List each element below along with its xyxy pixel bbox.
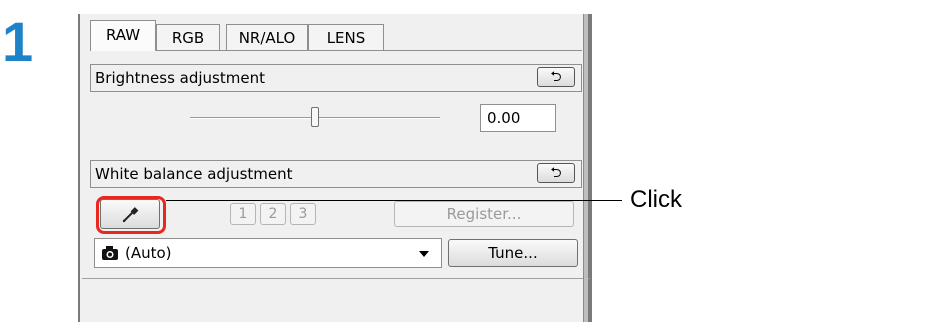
tab-nr-alo[interactable]: NR/ALO <box>226 24 308 50</box>
tab-divider <box>90 50 582 51</box>
click-annotation: Click <box>630 186 682 213</box>
wb-slot-3-button[interactable]: 3 <box>290 203 316 225</box>
white-balance-title: White balance adjustment <box>95 165 293 183</box>
white-balance-select[interactable]: (Auto) <box>94 238 442 268</box>
raw-tool-palette: RAW RGB NR/ALO LENS Brightness adjustmen… <box>78 14 592 322</box>
brightness-value-field[interactable]: 0.00 <box>480 104 556 132</box>
reset-arrow-icon: ⮌ <box>550 69 562 85</box>
brightness-section-header: Brightness adjustment ⮌ <box>90 64 582 92</box>
wb-slot-2-button[interactable]: 2 <box>260 203 286 225</box>
chevron-down-icon <box>419 251 429 257</box>
tune-button[interactable]: Tune... <box>448 239 578 267</box>
white-balance-select-value: (Auto) <box>125 244 172 262</box>
section-divider <box>82 278 590 279</box>
white-balance-reset-button[interactable]: ⮌ <box>537 163 575 183</box>
brightness-title: Brightness adjustment <box>95 69 265 87</box>
tab-raw[interactable]: RAW <box>90 20 156 51</box>
step-number: 1 <box>2 10 34 73</box>
callout-line <box>166 200 622 201</box>
wb-slot-1-button[interactable]: 1 <box>230 203 256 225</box>
highlight-box <box>96 196 166 234</box>
white-balance-section-header: White balance adjustment ⮌ <box>90 160 582 188</box>
brightness-reset-button[interactable]: ⮌ <box>537 67 575 87</box>
scrollbar[interactable] <box>583 14 588 322</box>
palette-body: RAW RGB NR/ALO LENS Brightness adjustmen… <box>80 14 590 322</box>
brightness-slider-thumb[interactable] <box>311 107 319 127</box>
tab-lens[interactable]: LENS <box>308 24 384 50</box>
register-button[interactable]: Register... <box>394 201 574 227</box>
tab-rgb[interactable]: RGB <box>156 24 220 50</box>
camera-icon <box>102 246 118 260</box>
reset-arrow-icon: ⮌ <box>550 165 562 181</box>
